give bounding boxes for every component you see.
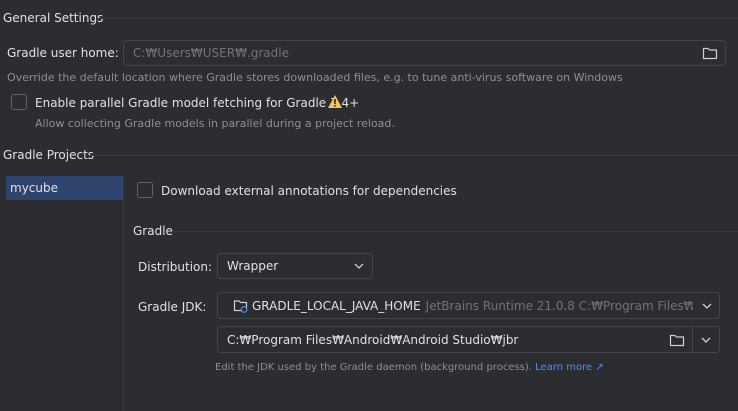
chevron-down-icon [702, 302, 712, 310]
jdk-path-value: C:₩Program Files₩Android₩Android Studio₩… [227, 332, 519, 347]
download-annotations-checkbox[interactable] [137, 182, 153, 198]
project-item-label: mycube [10, 181, 58, 195]
gradle-user-home-hint: Override the default location where Grad… [7, 71, 623, 84]
general-settings-title: General Settings [3, 11, 104, 25]
jdk-hint: Edit the JDK used by the Gradle daemon (… [215, 362, 604, 373]
distribution-dropdown[interactable]: Wrapper [217, 253, 373, 279]
download-annotations-label[interactable]: Download external annotations for depend… [161, 184, 457, 198]
jdk-path-field[interactable]: C:₩Program Files₩Android₩Android Studio₩… [217, 326, 720, 353]
learn-more-link[interactable]: Learn more ↗ [535, 362, 604, 373]
chevron-down-icon[interactable] [701, 336, 711, 344]
gradle-section-title: Gradle [133, 224, 173, 238]
field-divider [692, 327, 693, 352]
jdk-name: GRADLE_LOCAL_JAVA_HOME [252, 298, 421, 313]
parallel-fetching-checkbox[interactable] [11, 94, 27, 110]
project-item-mycube[interactable]: mycube [6, 176, 123, 200]
gradle-jdk-dropdown[interactable]: GRADLE_LOCAL_JAVA_HOME JetBrains Runtime… [217, 292, 720, 319]
distribution-label: Distribution: [138, 260, 213, 274]
jdk-hint-text: Edit the JDK used by the Gradle daemon (… [215, 362, 532, 373]
warning-icon [327, 94, 343, 112]
parallel-fetching-hint: Allow collecting Gradle models in parall… [35, 117, 395, 130]
section-divider [175, 231, 738, 232]
folder-icon[interactable] [702, 46, 718, 60]
jdk-folder-icon [233, 299, 249, 316]
gradle-user-home-placeholder: C:₩Users₩USER₩.gradle [133, 46, 289, 60]
parallel-fetching-label[interactable]: Enable parallel Gradle model fetching fo… [35, 96, 359, 110]
distribution-value: Wrapper [227, 259, 279, 273]
folder-icon[interactable] [669, 333, 685, 347]
jdk-detail: JetBrains Runtime 21.0.8 C:₩Program File… [425, 298, 693, 313]
gradle-projects-title: Gradle Projects [3, 148, 95, 162]
section-divider [90, 155, 738, 156]
gradle-user-home-label: Gradle user home: [7, 46, 119, 60]
gradle-jdk-label: Gradle JDK: [138, 300, 207, 314]
chevron-down-icon [354, 262, 364, 270]
section-divider [96, 18, 738, 19]
projects-list[interactable]: mycube [6, 176, 124, 411]
gradle-user-home-field[interactable]: C:₩Users₩USER₩.gradle [123, 40, 726, 66]
